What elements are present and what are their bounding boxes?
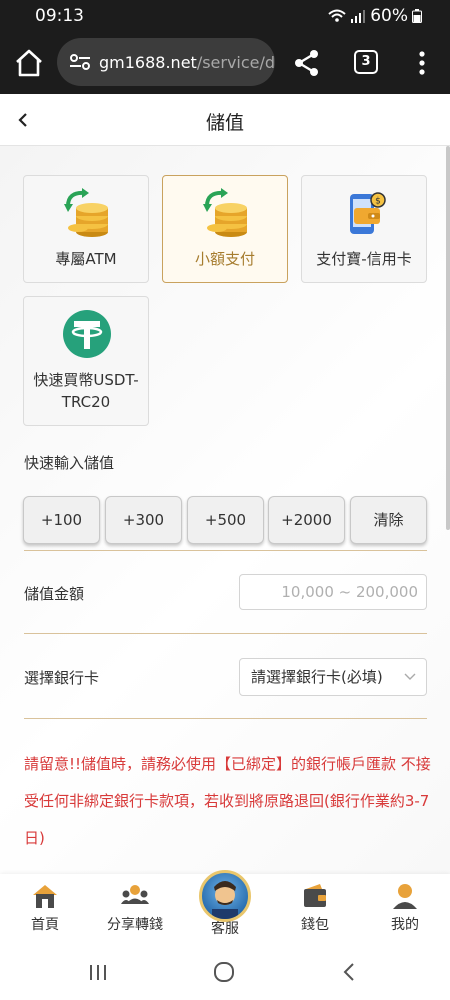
quick-add-300-button[interactable]: +300 bbox=[105, 496, 182, 544]
home-circle-icon[interactable] bbox=[213, 961, 235, 983]
nav-home[interactable]: 首頁 bbox=[0, 882, 90, 934]
share-icon[interactable] bbox=[292, 48, 322, 78]
chevron-down-icon bbox=[404, 673, 416, 680]
bank-label: 選擇銀行卡 bbox=[24, 669, 100, 687]
nav-label: 分享轉錢 bbox=[107, 917, 163, 933]
quick-input-label: 快速輸入儲值 bbox=[24, 454, 115, 472]
user-icon bbox=[393, 884, 417, 909]
nav-profile[interactable]: 我的 bbox=[360, 882, 450, 934]
tab-switcher-button[interactable]: 3 bbox=[354, 50, 378, 74]
quick-add-2000-button[interactable]: +2000 bbox=[268, 496, 345, 544]
nav-label: 我的 bbox=[391, 917, 419, 933]
quick-add-100-button[interactable]: +100 bbox=[23, 496, 100, 544]
payment-method-label: 快速買幣USDT- TRC20 bbox=[24, 369, 148, 413]
page-title: 儲值 bbox=[205, 112, 244, 134]
system-navigation-bar bbox=[0, 944, 450, 1000]
battery-percent: 60% bbox=[370, 6, 408, 26]
payment-method-alipay-credit[interactable]: $ 支付寶-信用卡 bbox=[301, 175, 427, 283]
scrollbar[interactable] bbox=[446, 146, 450, 530]
amount-input[interactable]: 10,000 ~ 200,000 bbox=[239, 574, 427, 610]
divider bbox=[24, 633, 427, 634]
status-time: 09:13 bbox=[35, 6, 84, 26]
wifi-icon bbox=[328, 9, 346, 22]
page-header: 儲值 bbox=[0, 94, 450, 146]
system-back-icon[interactable] bbox=[340, 962, 358, 982]
url-bar[interactable]: gm1688.net/service/dep bbox=[57, 38, 275, 86]
nav-label: 錢包 bbox=[301, 917, 329, 933]
payment-method-label: 小額支付 bbox=[194, 250, 255, 268]
nav-wallet[interactable]: 錢包 bbox=[270, 882, 360, 934]
battery-icon bbox=[412, 9, 422, 23]
share-people-icon bbox=[121, 885, 149, 904]
status-icons: 60% bbox=[328, 6, 422, 26]
site-settings-icon[interactable] bbox=[69, 53, 91, 71]
more-menu-icon[interactable] bbox=[408, 48, 436, 78]
deposit-notice: 請留意!!儲值時，請務必使用【已綁定】的銀行帳戶匯款 不接受任何非綁定銀行卡款項… bbox=[24, 755, 431, 847]
tether-icon bbox=[63, 310, 111, 358]
payment-method-usdt[interactable]: 快速買幣USDT- TRC20 bbox=[23, 296, 149, 426]
bank-select-value: 請選擇銀行卡(必填) bbox=[251, 668, 383, 686]
deposit-content: 專屬ATM 小額支付 $ 支付寶-信用卡 快速買幣USDT- TRC20 快速輸… bbox=[0, 146, 450, 874]
nav-customer-service[interactable]: 客服 bbox=[180, 870, 270, 938]
bottom-nav: 首頁 分享轉錢 客服 錢包 我的 bbox=[0, 870, 450, 944]
home-icon[interactable] bbox=[12, 46, 46, 80]
browser-toolbar: gm1688.net/service/dep 3 bbox=[0, 32, 450, 94]
url-path: /service/dep bbox=[196, 52, 275, 72]
coins-exchange-icon bbox=[64, 188, 108, 237]
payment-method-label: 專屬ATM bbox=[55, 250, 117, 268]
status-bar: 09:13 60% bbox=[0, 0, 450, 32]
phone-wallet-icon: $ bbox=[350, 192, 386, 234]
payment-method-label-line1: 快速買幣USDT- bbox=[33, 371, 139, 389]
quick-add-500-button[interactable]: +500 bbox=[187, 496, 264, 544]
divider bbox=[24, 550, 427, 551]
payment-method-small-pay[interactable]: 小額支付 bbox=[162, 175, 288, 283]
bank-select[interactable]: 請選擇銀行卡(必填) bbox=[239, 658, 427, 696]
nav-share[interactable]: 分享轉錢 bbox=[90, 882, 180, 934]
signal-icon bbox=[351, 10, 366, 23]
divider bbox=[24, 718, 427, 719]
home-icon bbox=[33, 885, 57, 908]
svg-text:$: $ bbox=[375, 197, 381, 207]
recent-apps-icon[interactable] bbox=[88, 962, 108, 982]
clear-button[interactable]: 清除 bbox=[350, 496, 427, 544]
payment-method-label: 支付寶-信用卡 bbox=[316, 250, 412, 268]
amount-label: 儲值金額 bbox=[24, 585, 85, 603]
nav-label: 首頁 bbox=[31, 917, 59, 933]
customer-service-avatar bbox=[199, 870, 251, 922]
payment-method-label-line2: TRC20 bbox=[61, 393, 111, 411]
payment-method-atm[interactable]: 專屬ATM bbox=[23, 175, 149, 283]
wallet-icon bbox=[304, 884, 326, 907]
coins-exchange-icon bbox=[203, 188, 247, 237]
url-domain: gm1688.net bbox=[99, 52, 197, 72]
